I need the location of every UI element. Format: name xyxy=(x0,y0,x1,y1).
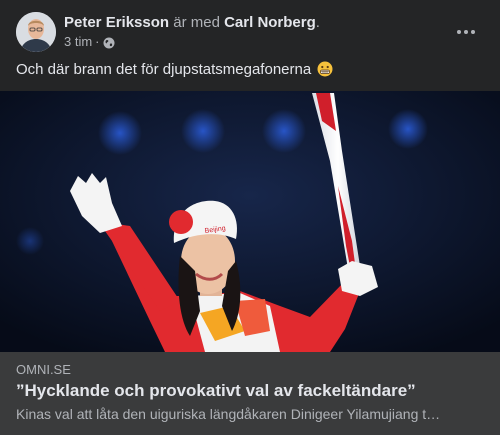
more-options-icon[interactable] xyxy=(448,14,484,50)
post-header: Peter Eriksson är med Carl Norberg. 3 ti… xyxy=(16,12,484,52)
link-headline[interactable]: ”Hycklande och provokativt val av fackel… xyxy=(16,380,484,402)
author-name[interactable]: Peter Eriksson xyxy=(64,14,169,31)
post-message: Och där brann det för djupstatsmegafoner… xyxy=(16,60,333,80)
post-message-text: Och där brann det för djupstatsmegafoner… xyxy=(16,61,312,78)
post-subline: 3 tim · xyxy=(64,33,444,51)
tagged-name[interactable]: Carl Norberg xyxy=(224,14,316,31)
separator: · xyxy=(95,34,100,49)
link-description: Kinas val att låta den uiguriska längdåk… xyxy=(16,406,441,422)
link-preview-image[interactable]: Beijing xyxy=(0,91,500,352)
author-avatar[interactable] xyxy=(16,12,56,52)
link-preview[interactable]: OMNI.SE ”Hycklande och provokativt val a… xyxy=(0,352,500,435)
grimacing-face-emoji-icon xyxy=(317,61,333,77)
facebook-post: Peter Eriksson är med Carl Norberg. 3 ti… xyxy=(0,0,500,435)
post-timestamp[interactable]: 3 tim xyxy=(64,33,92,51)
link-domain: OMNI.SE xyxy=(16,362,71,377)
tagged-suffix: . xyxy=(315,14,320,31)
author-line: Peter Eriksson är med Carl Norberg. xyxy=(64,13,444,32)
post-meta: Peter Eriksson är med Carl Norberg. 3 ti… xyxy=(64,13,444,51)
globe-icon[interactable] xyxy=(103,36,115,49)
with-text: är med xyxy=(173,14,220,31)
